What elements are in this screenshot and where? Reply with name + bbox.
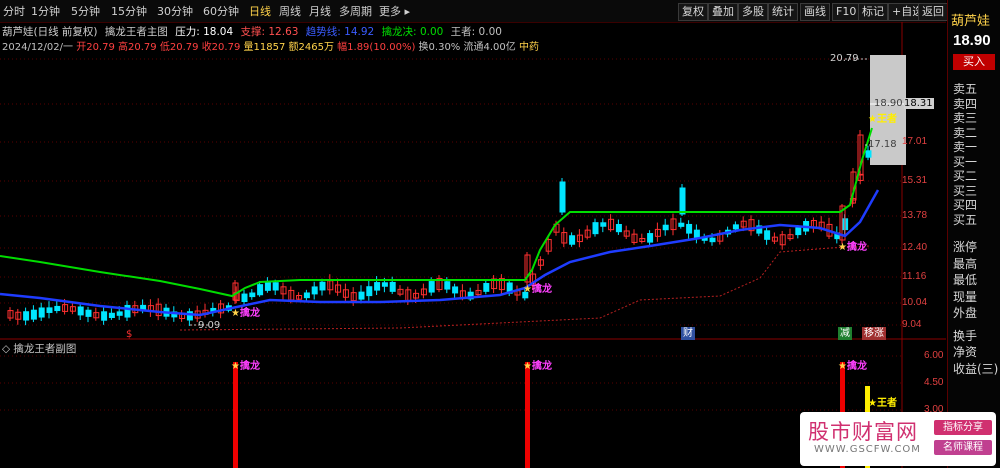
candle-body bbox=[559, 181, 566, 213]
jian-badge[interactable]: 减 bbox=[838, 327, 852, 340]
price-axis-label: 10.04 bbox=[902, 297, 928, 308]
sub-pane-title: ◇ 擒龙王者副图 bbox=[2, 343, 77, 355]
candle-body bbox=[865, 150, 872, 158]
sub-king-marker: ★王者 bbox=[868, 398, 897, 409]
stat-label: 最低 bbox=[953, 273, 978, 287]
stat-label: 涨停 bbox=[953, 240, 978, 254]
candle-body bbox=[257, 284, 264, 296]
candle-body bbox=[108, 312, 115, 318]
stat-label: 现量 bbox=[953, 289, 978, 304]
stat-label: 净资 bbox=[953, 345, 978, 359]
last-price-mark: 18.90 bbox=[874, 98, 903, 109]
candle-body bbox=[85, 309, 92, 317]
yizhang-badge[interactable]: 移涨 bbox=[862, 327, 886, 340]
candle-body bbox=[101, 311, 108, 321]
stat-label: 外盘 bbox=[953, 306, 978, 320]
price-axis-label: 9.04 bbox=[902, 319, 922, 330]
collapse-icon[interactable]: ◇ bbox=[2, 343, 10, 355]
candle-body bbox=[54, 305, 61, 312]
sub-dragon-marker: ★擒龙 bbox=[523, 361, 552, 372]
watermark-tag-share: 指标分享 bbox=[934, 420, 992, 435]
candle-body bbox=[303, 292, 310, 299]
candle-body bbox=[30, 309, 37, 320]
low-mark: 9.09 bbox=[198, 320, 221, 331]
watermark: 股市财富网 WWW.GSCFW.COM 指标分享 名师课程 bbox=[800, 412, 996, 466]
candle-body bbox=[569, 235, 576, 245]
watermark-title: 股市财富网 bbox=[808, 420, 918, 444]
sub-signal-bar bbox=[525, 362, 530, 468]
candle-body bbox=[249, 292, 256, 298]
candle-body bbox=[452, 286, 459, 294]
stat-label: 收益(三) bbox=[953, 361, 999, 376]
stat-label: 换手 bbox=[953, 328, 978, 343]
panel-stock-name: 葫芦娃 bbox=[951, 14, 991, 29]
candle-body bbox=[428, 281, 435, 293]
candle-body bbox=[678, 222, 685, 227]
sub-signal-bar bbox=[233, 362, 238, 468]
candle-body bbox=[592, 222, 599, 235]
sub-dragon-marker: ★擒龙 bbox=[838, 361, 867, 372]
order-level: 买五 bbox=[953, 212, 978, 227]
candle-body bbox=[319, 281, 326, 291]
dragon-marker: ★擒龙 bbox=[838, 242, 867, 253]
stat-label: 最高 bbox=[953, 256, 978, 271]
candle-body bbox=[311, 286, 318, 295]
price-axis-label: 17.01 bbox=[902, 136, 928, 147]
mid-price-mark: 17.18 bbox=[868, 139, 897, 150]
watermark-url: WWW.GSCFW.COM bbox=[814, 444, 921, 455]
last-line-value: 18.31 bbox=[904, 98, 934, 109]
candle-body bbox=[374, 282, 381, 291]
candle-body bbox=[272, 282, 279, 291]
dragon-marker: ★擒龙 bbox=[231, 308, 260, 319]
candle-body bbox=[264, 281, 271, 291]
event-badge: $ bbox=[126, 329, 133, 340]
candle-body bbox=[709, 237, 716, 243]
high-mark: 20.79 bbox=[830, 53, 859, 64]
candle-body bbox=[77, 306, 84, 316]
quote-panel: 葫芦娃 18.90 买入 卖五 卖四 卖三 卖二 卖一 买一 买二 买三 买四 买五 涨停 最高 最低… bbox=[947, 0, 1000, 468]
candle-body bbox=[795, 227, 802, 236]
candle-body bbox=[444, 281, 451, 290]
candle-body bbox=[46, 307, 53, 313]
candle-body bbox=[389, 281, 396, 292]
price-axis-label: 13.78 bbox=[902, 210, 928, 221]
king-marker: ★王者 bbox=[868, 114, 897, 125]
candles bbox=[7, 130, 872, 326]
candle-body bbox=[600, 222, 607, 227]
pressure-line bbox=[0, 127, 873, 298]
candle-body bbox=[241, 293, 248, 303]
trend-line bbox=[0, 189, 880, 317]
candle-body bbox=[124, 304, 131, 318]
candle-body bbox=[23, 311, 30, 321]
sub-dragon-marker: ★擒龙 bbox=[231, 361, 260, 372]
buy-button[interactable]: 买入 bbox=[953, 54, 995, 70]
candle-body bbox=[679, 187, 686, 215]
cai-badge[interactable]: 财 bbox=[681, 327, 695, 340]
candle-body bbox=[483, 283, 490, 292]
price-axis-label: 11.16 bbox=[902, 271, 927, 282]
candle-body bbox=[647, 233, 654, 243]
price-axis-label: 15.31 bbox=[902, 175, 928, 186]
candle-body bbox=[358, 291, 365, 300]
candle-body bbox=[366, 286, 373, 297]
candle-body bbox=[38, 307, 45, 318]
candle-body bbox=[686, 223, 693, 234]
price-axis-label: 12.40 bbox=[902, 242, 928, 253]
candle-body bbox=[662, 224, 669, 231]
dragon-marker: ★擒龙 bbox=[523, 284, 552, 295]
panel-price: 18.90 bbox=[953, 32, 991, 49]
candle-body bbox=[764, 230, 771, 240]
watermark-tag-course: 名师课程 bbox=[934, 440, 992, 455]
candle-body bbox=[615, 223, 622, 233]
chart-canvas[interactable] bbox=[0, 0, 946, 468]
candle-body bbox=[732, 224, 739, 230]
candle-body bbox=[381, 282, 388, 287]
candle-body bbox=[116, 311, 123, 316]
